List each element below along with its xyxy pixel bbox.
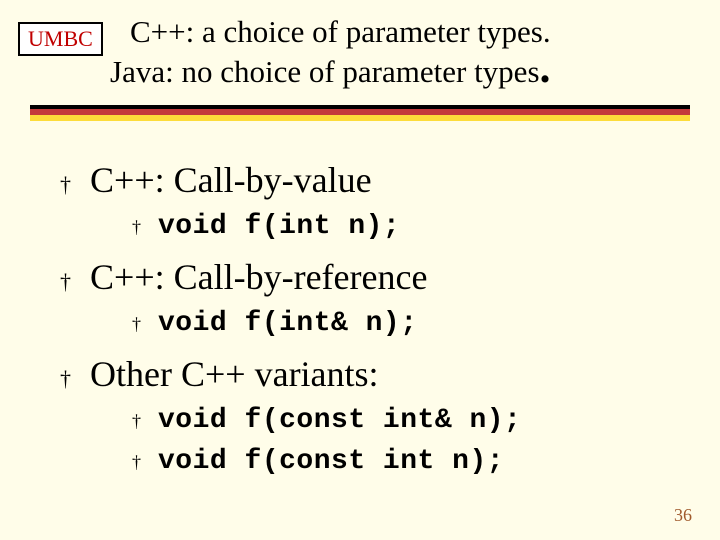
title-line-1: C++: a choice of parameter types.: [130, 12, 690, 52]
dagger-icon: †: [60, 269, 90, 295]
title-period: .: [540, 43, 551, 92]
slide-title: C++: a choice of parameter types. Java: …: [110, 12, 690, 93]
header: UMBC C++: a choice of parameter types. J…: [0, 0, 720, 121]
content-area: † C++: Call-by-value † void f(int n); † …: [0, 121, 720, 477]
slide: UMBC C++: a choice of parameter types. J…: [0, 0, 720, 540]
slide-number: 36: [674, 505, 692, 526]
dagger-icon: †: [60, 172, 90, 198]
bullet-3: † Other C++ variants:: [60, 353, 670, 395]
bullet-2-heading: C++: Call-by-reference: [90, 256, 427, 298]
bullet-1-heading: C++: Call-by-value: [90, 159, 372, 201]
dagger-icon: †: [132, 314, 158, 335]
bullet-1: † C++: Call-by-value: [60, 159, 670, 201]
bullet-1-sub-1: † void f(int n);: [132, 211, 670, 242]
bullet-3-sub-2: † void f(const int n);: [132, 446, 670, 477]
title-line-2: Java: no choice of parameter types.: [110, 52, 690, 92]
dagger-icon: †: [132, 452, 158, 473]
title-line-2-text: Java: no choice of parameter types: [110, 54, 540, 89]
bullet-3-sub-2-code: void f(const int n);: [158, 446, 504, 477]
bullet-2-sub-1: † void f(int& n);: [132, 308, 670, 339]
bullet-2-sub-1-code: void f(int& n);: [158, 308, 418, 339]
bullet-3-sub-1-code: void f(const int& n);: [158, 405, 521, 436]
divider-yellow: [30, 115, 690, 121]
bullet-3-heading: Other C++ variants:: [90, 353, 379, 395]
dagger-icon: †: [132, 411, 158, 432]
header-divider: [30, 105, 690, 121]
umbc-logo: UMBC: [18, 22, 103, 56]
dagger-icon: †: [60, 366, 90, 392]
bullet-2: † C++: Call-by-reference: [60, 256, 670, 298]
dagger-icon: †: [132, 217, 158, 238]
bullet-1-sub-1-code: void f(int n);: [158, 211, 400, 242]
bullet-3-sub-1: † void f(const int& n);: [132, 405, 670, 436]
